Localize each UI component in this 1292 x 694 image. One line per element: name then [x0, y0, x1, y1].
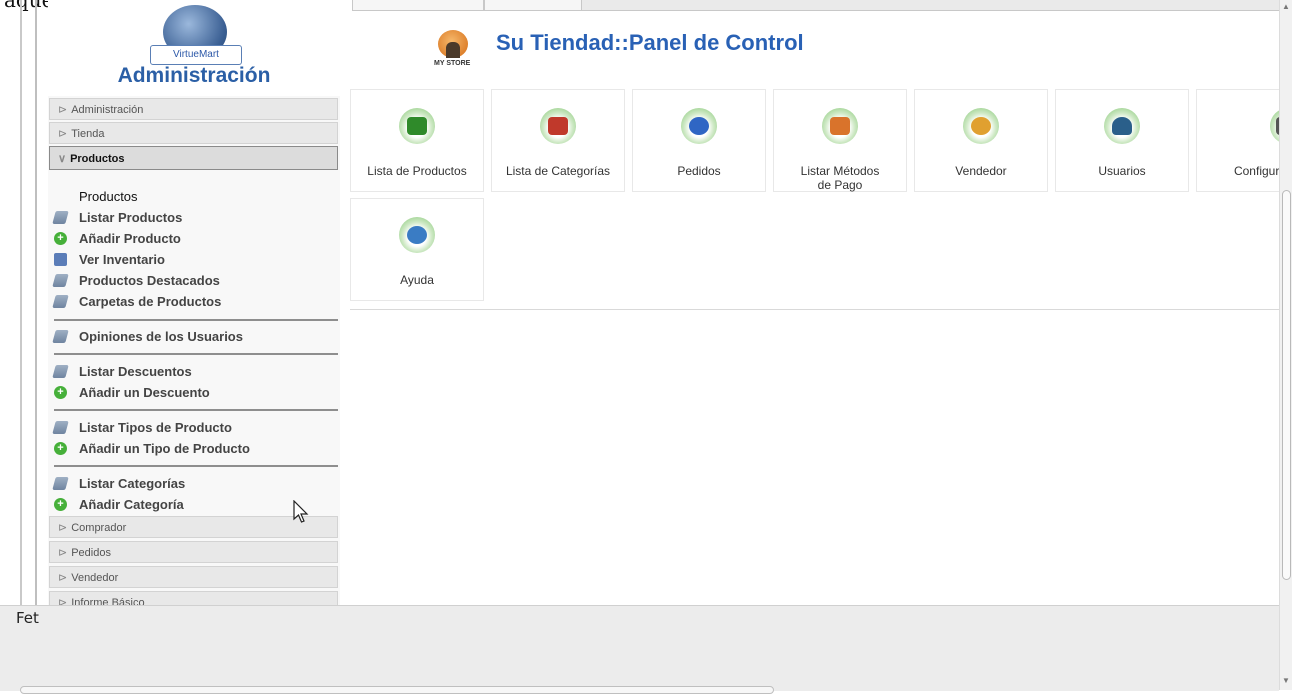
menu-item-label: Productos Destacados: [79, 273, 220, 288]
chevron-down-icon: ∨: [58, 153, 67, 165]
users-icon: [1112, 117, 1132, 135]
menu-item-label: Carpetas de Productos: [79, 294, 222, 309]
section-label: Pedidos: [71, 547, 111, 559]
inventory-icon: [54, 253, 67, 266]
chevron-right-icon: ⊳: [58, 572, 68, 584]
section-informe-basico[interactable]: ⊳ Informe Básico: [49, 591, 338, 605]
tile-label: Ayuda: [400, 273, 434, 287]
virtuemart-logo: VirtueMart Administración: [48, 0, 340, 96]
menu-item-label: Listar Productos: [79, 210, 183, 225]
store-label: MY STORE: [434, 60, 471, 67]
add-icon: +: [54, 386, 67, 399]
menu-item-label: Añadir Producto: [79, 231, 181, 246]
scrollbar-thumb[interactable]: [1282, 190, 1291, 580]
orders-icon: [689, 117, 709, 135]
menu-item-label: Añadir un Descuento: [79, 385, 210, 400]
tile-label: Lista de Categorías: [505, 164, 611, 178]
section-administracion[interactable]: ⊳ Administración: [49, 98, 338, 120]
section-label: Vendedor: [71, 572, 119, 584]
group-title: Productos: [79, 189, 138, 204]
store-icon: MY STORE: [430, 28, 476, 70]
list-icon: [52, 211, 69, 224]
horizontal-scrollbar[interactable]: [20, 686, 774, 694]
tile-label: Usuarios: [1098, 164, 1146, 178]
list-icon: [52, 421, 69, 434]
list-icon: [52, 274, 69, 287]
tile-lista-productos[interactable]: Lista de Productos: [350, 89, 484, 192]
top-tab[interactable]: [352, 0, 484, 10]
divider: [54, 319, 338, 321]
tile-label: Vendedor: [955, 164, 1007, 178]
scroll-down-icon[interactable]: ▼: [1282, 676, 1290, 685]
menu-item-label: Añadir Categoría: [79, 497, 184, 512]
chevron-right-icon: ⊳: [58, 547, 68, 559]
top-tab-strip: [352, 0, 1280, 11]
divider: [54, 409, 338, 411]
payment-icon: [830, 117, 850, 135]
section-label: Administración: [71, 104, 144, 116]
menu-item-label: Listar Categorías: [79, 476, 186, 491]
add-icon: +: [54, 498, 67, 511]
help-icon: [407, 226, 427, 244]
control-panel: MY STORE Su Tiendad::Panel de Control Li…: [350, 14, 1286, 310]
scroll-up-icon[interactable]: ▲: [1282, 2, 1290, 11]
status-text: Fet: [16, 609, 39, 627]
menu-item-label: Ver Inventario: [79, 252, 165, 267]
menu-item-label: Opiniones de los Usuarios: [79, 329, 243, 344]
tile-label: Lista de Productos: [367, 164, 467, 178]
section-label: Informe Básico: [71, 597, 145, 605]
section-productos[interactable]: ∨ Productos: [49, 146, 338, 170]
vertical-scrollbar[interactable]: ▲ ▼: [1279, 0, 1292, 690]
tile-lista-categorias[interactable]: Lista de Categorías: [491, 89, 625, 192]
left-rail-inner: [35, 0, 37, 605]
add-icon: +: [54, 232, 67, 245]
tile-vendedor[interactable]: Vendedor: [914, 89, 1048, 192]
section-pedidos[interactable]: ⊳ Pedidos: [49, 541, 338, 563]
chevron-right-icon: ⊳: [58, 128, 68, 140]
chevron-right-icon: ⊳: [58, 597, 68, 605]
sidebar-title: Administración: [117, 64, 271, 87]
add-icon: +: [54, 442, 67, 455]
list-icon: [52, 330, 69, 343]
menu-item-label: Listar Tipos de Producto: [79, 420, 232, 435]
products-icon: [407, 117, 427, 135]
menu-item-label: Añadir un Tipo de Producto: [79, 441, 250, 456]
section-label: Tienda: [71, 128, 105, 140]
logo-ribbon: VirtueMart: [150, 45, 242, 65]
mouse-cursor-icon: [293, 500, 309, 523]
tile-configuracion[interactable]: Configura: [1196, 89, 1286, 192]
tile-pedidos[interactable]: Pedidos: [632, 89, 766, 192]
chevron-right-icon: ⊳: [58, 522, 68, 534]
menu-item-label: Listar Descuentos: [79, 364, 192, 379]
section-tienda[interactable]: ⊳ Tienda: [49, 122, 338, 144]
section-label: Productos: [70, 153, 125, 165]
tile-label: Pedidos: [677, 164, 721, 178]
tile-ayuda[interactable]: Ayuda: [350, 198, 484, 301]
vendor-icon: [971, 117, 991, 135]
section-label: Comprador: [71, 522, 127, 534]
tile-metodos-pago[interactable]: Listar Métodos de Pago: [773, 89, 907, 192]
status-pane: Fet: [0, 605, 1279, 694]
divider: [54, 465, 338, 467]
chevron-right-icon: ⊳: [58, 104, 68, 116]
tile-label: Listar Métodos de Pago: [800, 164, 880, 192]
page-title: Su Tiendad::Panel de Control: [496, 30, 804, 55]
divider: [54, 353, 338, 355]
left-rail: [20, 0, 22, 605]
categories-icon: [548, 117, 568, 135]
list-icon: [52, 477, 69, 490]
top-tab[interactable]: [484, 0, 582, 10]
section-vendedor[interactable]: ⊳ Vendedor: [49, 566, 338, 588]
list-icon: [52, 295, 69, 308]
tile-usuarios[interactable]: Usuarios: [1055, 89, 1189, 192]
store-door: [446, 42, 460, 58]
list-icon: [52, 365, 69, 378]
